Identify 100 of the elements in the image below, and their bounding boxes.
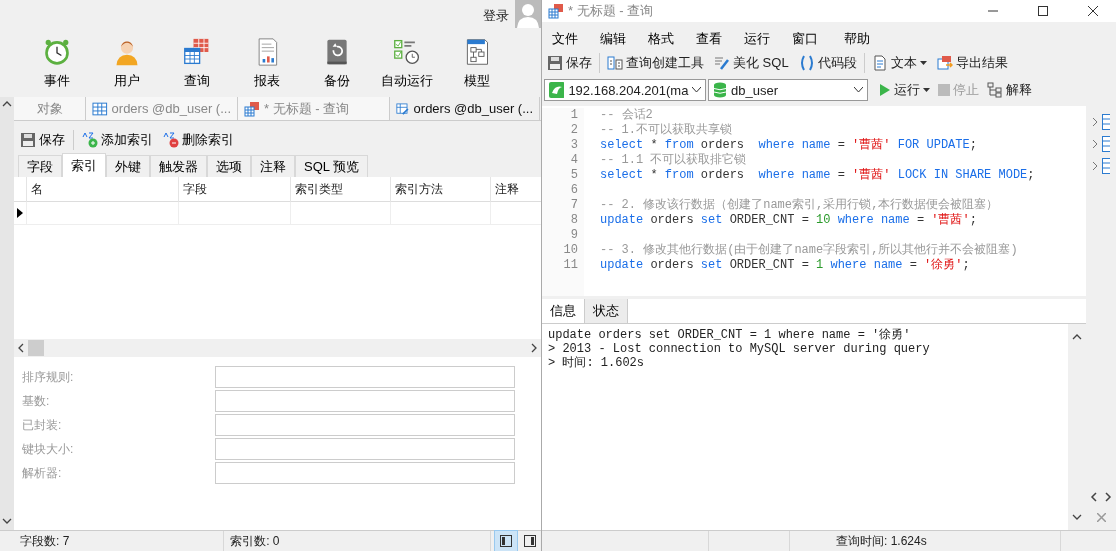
toolbar-button[interactable]: 用户 [92,34,162,94]
toolbar-button[interactable]: 事件 [22,34,92,94]
line-number: 8 [570,213,578,228]
save-icon [547,55,563,71]
toolbar-button[interactable]: 代码段 [795,52,860,74]
toolbar-button[interactable]: 保存 [544,52,595,74]
scroll-down-icon[interactable] [2,518,12,524]
scroll-thumb[interactable] [28,340,44,356]
scroll-right-icon[interactable] [531,343,537,353]
scroll-down-icon[interactable] [1072,514,1082,520]
toolbar-button[interactable]: 报表 [232,34,302,94]
run-button[interactable]: 运行 [876,79,933,101]
section-tab[interactable]: 字段 [18,155,62,177]
dolphin-icon [549,82,565,98]
toolbar-button[interactable]: 备份 [302,34,372,94]
line-number: 10 [563,243,578,258]
property-field[interactable] [215,414,515,436]
property-label: 键块大小: [22,440,75,458]
explain-button[interactable]: 解释 [984,79,1035,101]
column-header[interactable]: 名 [26,177,178,202]
query-icon [548,3,564,19]
expand-icon[interactable] [1092,161,1098,171]
table-icon [92,100,108,117]
toolbar-button[interactable]: 查询创建工具 [604,52,707,74]
menu-item[interactable]: 文件 [546,28,584,50]
code-line: select * from orders where name = '曹茜' FOR UPDATE; [600,138,978,153]
code-line: update orders set ORDER_CNT = 10 where name = '曹茜'; [600,213,978,228]
section-tab[interactable]: 外键 [106,155,150,177]
close-icon[interactable] [1096,513,1106,522]
dropdown-caret-icon [854,87,863,93]
property-label: 已封装: [22,416,63,434]
export-icon [936,55,953,71]
code-line: -- 会话2 [600,108,654,123]
query-icon [244,100,260,117]
query-time: 查询时间: 1.624s [835,532,928,550]
column-header[interactable]: 注释 [490,177,541,202]
property-field[interactable] [215,462,515,484]
index-count: 索引数: 0 [229,532,281,550]
expand-icon[interactable] [1092,139,1098,149]
section-tab[interactable]: 触发器 [150,155,207,177]
login-link[interactable]: 登录 [483,7,509,25]
column-header[interactable]: 索引方法 [390,177,490,202]
maximize-icon [1038,6,1048,16]
toolbar-button[interactable]: 查询 [162,34,232,94]
toolbar-button[interactable]: 导出结果 [933,52,1011,74]
table-icon[interactable] [1102,136,1110,152]
field-count: 字段数: 7 [19,532,71,550]
caret-icon [923,87,930,93]
scroll-up-icon[interactable] [2,101,12,107]
menu-item[interactable]: 查看 [690,28,728,50]
result-tab[interactable]: 状态 [585,299,628,323]
database-select[interactable]: db_user [708,79,868,101]
menu-item[interactable]: 运行 [738,28,776,50]
row-pointer-icon [16,208,24,218]
section-tab[interactable]: 选项 [207,155,251,177]
section-tab[interactable]: SQL 预览 [295,155,369,177]
property-label: 排序规则: [22,368,75,386]
menu-item[interactable]: 格式 [642,28,680,50]
menu-item[interactable]: 帮助 [838,28,876,50]
section-tab[interactable]: 索引 [62,153,106,177]
line-number: 9 [570,228,578,243]
menu-item[interactable]: 编辑 [594,28,632,50]
column-header[interactable]: 索引类型 [290,177,390,202]
line-number: 4 [570,153,578,168]
dropdown-caret-icon [692,87,701,93]
property-label: 基数: [22,392,51,410]
toolbar-button[interactable]: 模型 [442,34,512,94]
code-line: -- 1.不可以获取共享锁 [600,123,733,138]
property-field[interactable] [215,390,515,412]
document-icon [871,55,888,71]
menu-item[interactable]: 窗口 [786,28,824,50]
explain-icon [987,82,1003,98]
property-field[interactable] [215,366,515,388]
toolbar-button[interactable]: 自动运行 [372,34,442,94]
action-button[interactable]: 保存 [18,129,67,151]
toolbar-button[interactable]: 文本 [868,52,930,74]
scroll-left-icon[interactable] [18,343,24,353]
nav-arrows-icon[interactable] [1089,491,1113,503]
scroll-up-icon[interactable] [1072,334,1082,340]
code-line: -- 1.1 不可以获取排它锁 [600,153,748,168]
sort-remove-icon [163,132,179,148]
database-icon [713,82,727,98]
column-header[interactable]: 字段 [178,177,290,202]
property-field[interactable] [215,438,515,460]
braces-icon [798,55,815,71]
section-tab[interactable]: 注释 [251,155,295,177]
action-button[interactable]: 添加索引 [80,129,155,151]
code-line: update orders set ORDER_CNT = 1 where name = '徐勇'; [600,258,971,273]
layout-button[interactable] [495,531,517,551]
table-icon[interactable] [1102,114,1110,130]
toolbar-button[interactable]: 美化 SQL [711,52,792,74]
table-icon[interactable] [1102,158,1110,174]
connection-select[interactable]: 192.168.204.201(ma [544,79,706,101]
document-tab[interactable]: * 无标题 - 查询 [238,97,390,120]
action-button[interactable]: 删除索引 [161,129,236,151]
stop-icon [938,84,950,96]
expand-icon[interactable] [1092,117,1098,127]
code-line: -- 2. 修改该行数据（创建了name索引,采用行锁,本行数据便会被阻塞） [600,198,1000,213]
sort-add-icon [82,132,98,148]
code-line: -- 3. 修改其他行数据(由于创建了name字段索引,所以其他行并不会被阻塞) [600,243,1019,258]
